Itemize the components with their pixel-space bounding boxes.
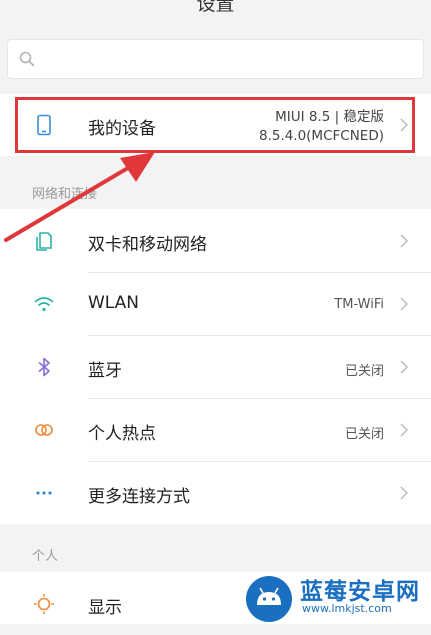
list-item-label: 蓝牙 [88,361,122,381]
list-item-value: 已关闭 [344,427,384,442]
chevron-right-icon [400,486,409,500]
more-dots-icon [36,491,52,495]
chevron-right-icon [400,234,409,248]
list-item-wlan[interactable]: WLAN TM-WiFi [0,272,431,335]
list-item-label: 更多连接方式 [88,487,190,507]
network-card: 双卡和移动网络 WLAN TM-WiFi 蓝牙 已关闭 个人热点 已关闭 更多连… [0,209,431,524]
page-title: 设置 [196,0,235,15]
brightness-icon [34,594,54,614]
list-item-value: TM-WiFi [334,297,384,312]
annotation-arrow [4,152,155,242]
list-item-label: 显示 [88,598,122,618]
hotspot-icon [35,424,53,436]
search-icon [19,51,35,67]
search-input[interactable] [44,46,418,74]
bluetooth-icon [38,357,50,377]
section-title-personal: 个人 [32,549,59,564]
chevron-right-icon [400,297,409,311]
search-bar[interactable] [7,39,424,79]
chevron-right-icon [400,423,409,437]
list-item-value: 已关闭 [344,364,384,379]
watermark-url: www.lmkjst.com [302,602,392,615]
watermark-title: 蓝莓安卓网 [300,579,420,605]
list-item-label: WLAN [88,293,140,313]
wifi-icon [34,297,54,312]
list-item-bluetooth[interactable]: 蓝牙 已关闭 [0,335,431,398]
list-item-label: 个人热点 [88,424,156,444]
list-item-more-connections[interactable]: 更多连接方式 [0,461,431,524]
list-item-hotspot[interactable]: 个人热点 已关闭 [0,398,431,461]
chevron-right-icon [400,360,409,374]
